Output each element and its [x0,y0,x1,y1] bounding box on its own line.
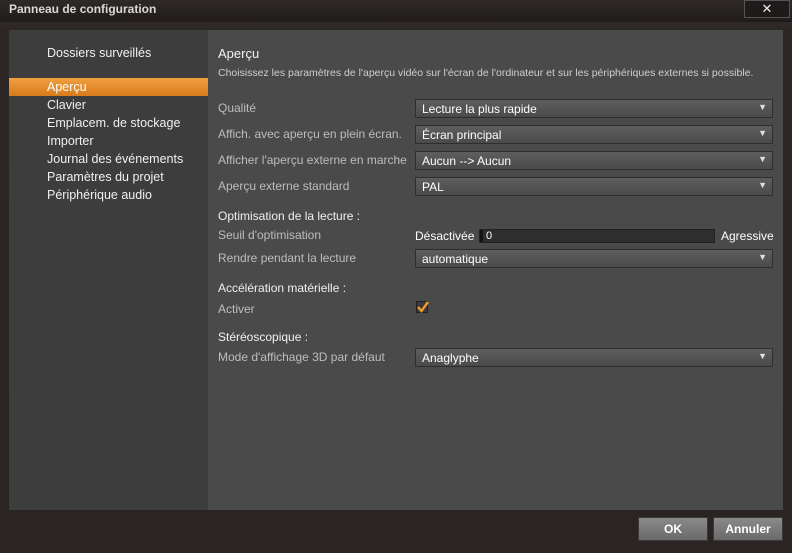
external-preview-label: Afficher l'aperçu externe en marche [218,153,407,167]
external-standard-value: PAL [422,180,444,194]
threshold-max-label: Agressive [721,229,774,243]
close-icon: ✕ [761,1,773,16]
cancel-button[interactable]: Annuler [713,517,783,541]
close-button[interactable]: ✕ [744,0,790,18]
sidebar: Dossiers surveillés Aperçu Clavier Empla… [9,30,208,510]
title-bar: Panneau de configuration [0,0,792,22]
chevron-down-icon: ▼ [758,351,767,361]
mode3d-value: Anaglyphe [422,351,479,365]
fullscreen-select[interactable]: Écran principal ▼ [415,125,773,144]
chevron-down-icon: ▼ [758,128,767,138]
chevron-down-icon: ▼ [758,102,767,112]
threshold-value: 0 [486,230,493,242]
mode3d-select[interactable]: Anaglyphe ▼ [415,348,773,367]
hw-section-title: Accélération matérielle : [218,281,347,295]
chevron-down-icon: ▼ [758,252,767,262]
activate-checkbox[interactable] [416,301,429,313]
config-window: Panneau de configuration ✕ Dossiers surv… [0,0,792,553]
sidebar-item-watched-folders[interactable]: Dossiers surveillés [9,44,208,62]
sidebar-item-preview[interactable]: Aperçu [9,78,208,96]
window-title: Panneau de configuration [9,2,157,16]
external-standard-select[interactable]: PAL ▼ [415,177,773,196]
ok-button[interactable]: OK [638,517,708,541]
external-preview-value: Aucun --> Aucun [422,154,512,168]
render-select[interactable]: automatique ▼ [415,249,773,268]
external-standard-label: Aperçu externe standard [218,179,350,193]
checkmark-icon [417,301,429,313]
mode3d-label: Mode d'affichage 3D par défaut [218,350,385,364]
render-label: Rendre pendant la lecture [218,251,357,265]
fullscreen-label: Affich. avec aperçu en plein écran. [218,127,402,141]
main-frame: Dossiers surveillés Aperçu Clavier Empla… [9,30,783,510]
quality-label: Qualité [218,101,257,115]
page-title: Aperçu [218,46,260,61]
page-description: Choisissez les paramètres de l'aperçu vi… [218,67,754,79]
sidebar-item-keyboard[interactable]: Clavier [9,96,208,114]
chevron-down-icon: ▼ [758,154,767,164]
slider-thumb[interactable] [480,230,483,242]
activate-label: Activer [218,302,255,316]
chevron-down-icon: ▼ [758,180,767,190]
threshold-label: Seuil d'optimisation [218,228,322,242]
render-value: automatique [422,252,489,266]
stereo-section-title: Stéréoscopique : [218,330,309,344]
settings-panel: Aperçu Choisissez les paramètres de l'ap… [208,30,783,510]
quality-value: Lecture la plus rapide [422,102,537,116]
sidebar-item-audio-device[interactable]: Périphérique audio [9,186,208,204]
sidebar-item-import[interactable]: Importer [9,132,208,150]
fullscreen-value: Écran principal [422,128,502,142]
playback-section-title: Optimisation de la lecture : [218,209,361,223]
sidebar-item-storage[interactable]: Emplacem. de stockage [9,114,208,132]
quality-select[interactable]: Lecture la plus rapide ▼ [415,99,773,118]
threshold-slider[interactable]: 0 [479,229,715,243]
sidebar-item-project-settings[interactable]: Paramètres du projet [9,168,208,186]
external-preview-select[interactable]: Aucun --> Aucun ▼ [415,151,773,170]
threshold-min-label: Désactivée [415,229,475,243]
sidebar-item-event-log[interactable]: Journal des événements [9,150,208,168]
